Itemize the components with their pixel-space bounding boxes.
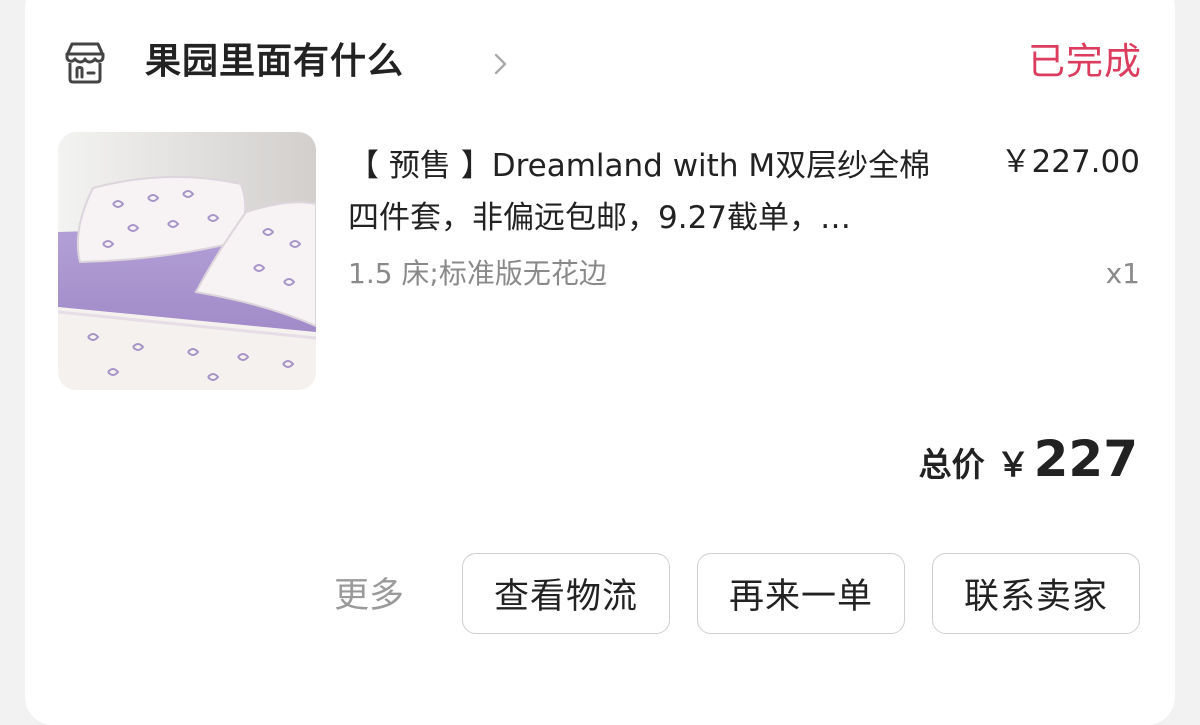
- order-status: 已完成: [1028, 40, 1142, 83]
- product-title[interactable]: 【 预售 】Dreamland with M双层纱全棉四件套，非偏远包邮，9.2…: [348, 140, 958, 244]
- product-spec: 1.5 床;标准版无花边: [348, 257, 607, 290]
- shop-icon[interactable]: [62, 39, 108, 85]
- total-value: 227: [1033, 430, 1138, 488]
- product-image[interactable]: [58, 132, 316, 390]
- shop-name[interactable]: 果园里面有什么: [145, 38, 404, 86]
- order-header: 果园里面有什么 已完成: [60, 30, 1142, 94]
- chevron-right-icon[interactable]: [492, 50, 510, 78]
- order-total: 总价 ￥ 227: [919, 430, 1138, 494]
- total-currency: ￥: [996, 445, 1030, 484]
- more-button[interactable]: 更多: [334, 574, 404, 618]
- product-quantity: x1: [1105, 257, 1140, 290]
- product-price: ￥227.00: [1000, 144, 1140, 180]
- reorder-button[interactable]: 再来一单: [697, 553, 905, 634]
- view-logistics-button[interactable]: 查看物流: [462, 553, 670, 634]
- total-label: 总价: [918, 445, 985, 484]
- contact-seller-button[interactable]: 联系卖家: [932, 553, 1140, 634]
